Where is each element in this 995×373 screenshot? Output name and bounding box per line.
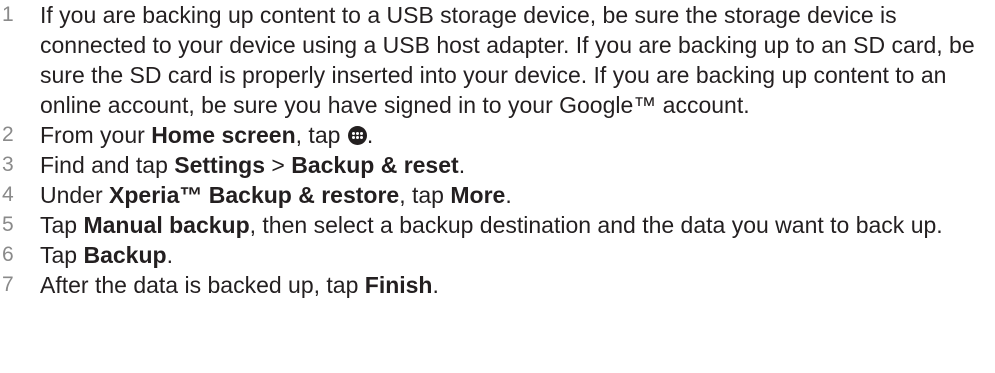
ui-term-home-screen: Home screen xyxy=(151,122,296,148)
step-text-segment: Tap xyxy=(40,242,84,268)
ui-term-backup-reset: Backup & reset xyxy=(291,152,459,178)
step-text-segment: From your xyxy=(40,122,152,148)
step-text: Find and tap Settings > Backup & reset. xyxy=(40,150,988,180)
ui-term-finish: Finish xyxy=(364,272,433,298)
ui-term-backup: Backup xyxy=(83,242,167,268)
step-text: After the data is backed up, tap Finish. xyxy=(40,270,988,300)
step-1: 1 If you are backing up content to a USB… xyxy=(0,0,995,120)
step-text-segment: , tap xyxy=(295,122,347,148)
step-text-segment: . xyxy=(432,272,439,298)
step-text: If you are backing up content to a USB s… xyxy=(40,0,988,120)
step-number: 7 xyxy=(2,273,14,296)
step-text: Tap Backup. xyxy=(40,240,988,270)
step-6: 6 Tap Backup. xyxy=(0,240,995,270)
ui-term-xperia-backup-restore: Xperia™ Backup & restore xyxy=(109,182,400,208)
apps-icon xyxy=(347,126,367,145)
ui-term-more: More xyxy=(450,182,506,208)
step-text-segment: . xyxy=(366,122,374,148)
step-number: 5 xyxy=(2,213,14,236)
step-text-segment: . xyxy=(505,182,512,208)
step-text-segment: > xyxy=(265,152,292,178)
step-text: Tap Manual backup, then select a backup … xyxy=(40,210,988,240)
step-text-segment: , tap xyxy=(399,182,451,208)
step-text-segment: . xyxy=(458,152,466,178)
ui-term-manual-backup: Manual backup xyxy=(83,212,250,238)
step-text-segment: If you are backing up content to a USB s… xyxy=(40,2,975,118)
step-7: 7 After the data is backed up, tap Finis… xyxy=(0,270,995,300)
step-3: 3 Find and tap Settings > Backup & reset… xyxy=(0,150,995,180)
step-number: 1 xyxy=(2,3,14,26)
step-text-segment: Under xyxy=(40,182,110,208)
step-number: 3 xyxy=(2,153,14,176)
step-text-segment: Find and tap xyxy=(40,152,175,178)
step-text-segment: . xyxy=(166,242,173,268)
ui-term-settings: Settings xyxy=(174,152,265,178)
instruction-steps-list: 1 If you are backing up content to a USB… xyxy=(0,0,995,300)
step-number: 4 xyxy=(2,183,14,206)
step-text-segment: Tap xyxy=(40,212,84,238)
step-text: Under Xperia™ Backup & restore, tap More… xyxy=(40,180,988,210)
step-text: From your Home screen, tap . xyxy=(40,120,988,150)
step-number: 2 xyxy=(2,123,14,146)
step-number: 6 xyxy=(2,243,14,266)
step-text-segment: After the data is backed up, tap xyxy=(40,272,365,298)
step-5: 5 Tap Manual backup, then select a backu… xyxy=(0,210,995,240)
step-text-segment: , then select a backup destination and t… xyxy=(249,212,943,238)
step-2: 2 From your Home screen, tap . xyxy=(0,120,995,150)
step-4: 4 Under Xperia™ Backup & restore, tap Mo… xyxy=(0,180,995,210)
